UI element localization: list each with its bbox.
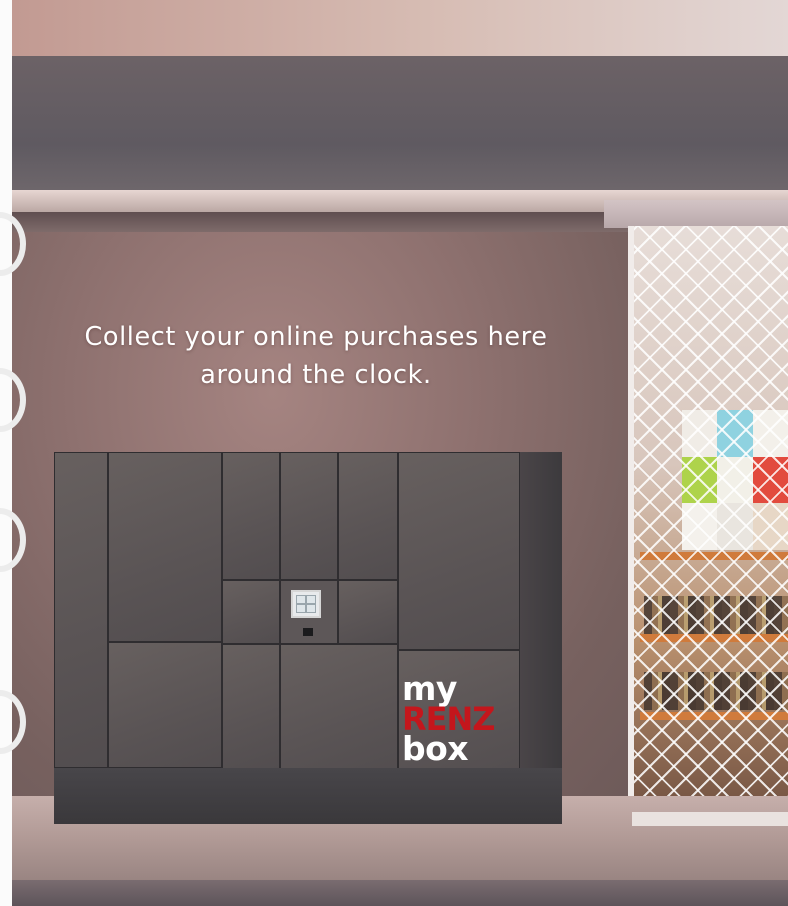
- grille-post: [628, 226, 634, 822]
- locker-door: [222, 452, 280, 580]
- locker-door: [338, 580, 398, 644]
- kerb: [12, 880, 788, 906]
- headline: Collect your online purchases here aroun…: [40, 318, 592, 394]
- locker-door: [398, 452, 520, 650]
- locker-door: [108, 452, 222, 642]
- facade-band: [12, 56, 788, 204]
- locker-base: [54, 768, 562, 824]
- locker-door: [54, 452, 108, 768]
- myrenzbox-logo: my RENZ box: [402, 672, 520, 768]
- headline-line-2: around the clock.: [200, 360, 432, 390]
- security-grille: [632, 226, 788, 822]
- locker-door: [280, 452, 338, 580]
- locker-door: [280, 644, 398, 776]
- left-edge-panel: [0, 0, 12, 906]
- photo-scene: Collect your online purchases here aroun…: [0, 0, 788, 906]
- shop-sill: [632, 812, 788, 826]
- canopy-shadow: [12, 210, 632, 232]
- terminal-screen: [296, 595, 316, 613]
- building-fascia: [12, 0, 788, 64]
- locker-door: [108, 642, 222, 768]
- headline-line-1: Collect your online purchases here: [84, 322, 548, 352]
- logo-box: box: [402, 729, 469, 768]
- locker-door: [222, 580, 280, 644]
- locker-door: [222, 644, 280, 770]
- locker-terminal-icon: [291, 590, 321, 618]
- canopy-right: [604, 200, 788, 228]
- card-reader: [303, 628, 313, 636]
- locker-door: [338, 452, 398, 580]
